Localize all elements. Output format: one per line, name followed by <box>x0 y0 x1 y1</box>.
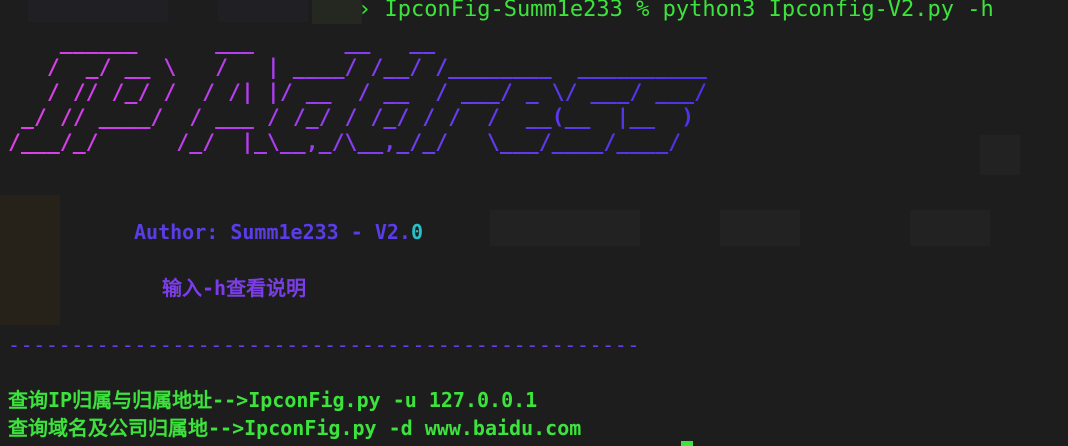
background-artifact <box>720 210 800 246</box>
banner-line: /___/_/ /_/ |_\__,_/\__,_/_/ \___/____/_… <box>8 130 682 155</box>
blurred-region <box>312 0 362 24</box>
banner-line: / // /_/ / / /| |/ __ / __ / ___/ _ \/ _… <box>8 80 707 105</box>
background-artifact <box>490 210 640 246</box>
banner-line: ______ ___ __ __ <box>8 30 436 55</box>
blurred-region <box>28 0 168 22</box>
terminal-window[interactable]: › IpconFig-Summ1e233 % python3 Ipconfig-… <box>0 0 1068 446</box>
background-artifact <box>910 210 990 246</box>
banner-line: _/ // ____/ / ___ / /_/ / /_/ / / / __(_… <box>8 105 695 130</box>
divider-line: ----------------------------------------… <box>8 333 641 357</box>
author-line: Author: Summ1e233 - V2.0 <box>134 219 423 245</box>
help-hint: 输入-h查看说明 <box>162 276 307 300</box>
background-artifact <box>980 135 1020 175</box>
author-text: Author: Summ1e233 - V2. <box>134 220 411 244</box>
version-digit: 0 <box>410 220 423 244</box>
ascii-art-banner: ______ ___ __ __ / _/ __ \ / | ____/ /__… <box>8 30 707 155</box>
banner-line: / _/ __ \ / | ____/ /__/ /________ _____… <box>8 55 707 80</box>
usage-line-domain: 查询域名及公司归属地-->IpconFig.py -d www.baidu.co… <box>8 416 582 440</box>
text-cursor <box>681 441 693 446</box>
blurred-region <box>218 0 308 22</box>
command-line: › IpconFig-Summ1e233 % python3 Ipconfig-… <box>358 0 994 22</box>
usage-line-ip: 查询IP归属与归属地址-->IpconFig.py -u 127.0.0.1 <box>8 388 538 412</box>
background-artifact <box>0 195 60 325</box>
